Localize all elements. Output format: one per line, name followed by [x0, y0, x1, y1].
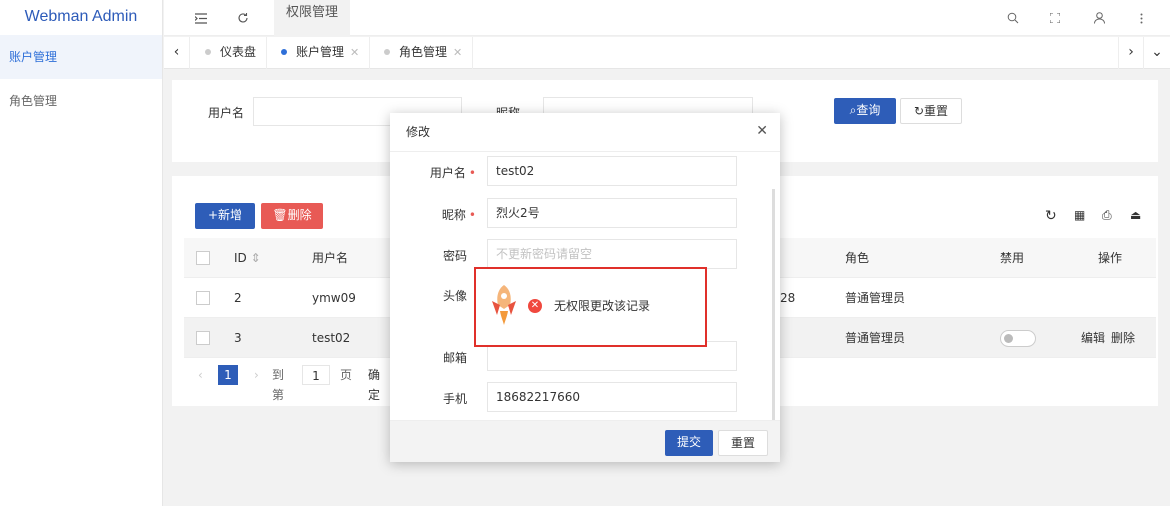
sidebar-item-accounts[interactable]: 账户管理 [0, 35, 162, 79]
columns-icon[interactable]: ▦ [1074, 208, 1085, 222]
tab-accounts[interactable]: 账户管理 ✕ [267, 37, 370, 69]
reset-button[interactable]: ↻重置 [900, 98, 962, 124]
required-mark-icon: • [468, 166, 476, 180]
next-page-icon[interactable]: › [254, 365, 259, 385]
nickname-label-text: 昵称 [441, 208, 466, 222]
tab-dot-icon [384, 49, 390, 55]
menu-collapse-icon[interactable] [186, 0, 216, 36]
dialog-footer: 提交 重置 [390, 420, 780, 462]
fullscreen-icon[interactable] [1040, 0, 1070, 36]
tab-dot-icon [205, 49, 211, 55]
refresh-icon[interactable]: ↻ [1045, 208, 1057, 224]
dialog-divider [390, 151, 780, 152]
cell-username: ymw09 [312, 291, 356, 305]
tabs-scroll-left-icon[interactable]: ‹ [164, 37, 190, 69]
avatar-label: 头像 [442, 289, 467, 303]
password-input[interactable]: 不更新密码请留空 [487, 239, 737, 269]
close-icon[interactable]: ✕ [756, 123, 768, 139]
sort-icon[interactable]: ⇕ [251, 251, 261, 265]
tab-label: 账户管理 [296, 45, 345, 59]
delete-button[interactable]: 🗑删除 [261, 203, 323, 229]
tab-dot-icon [281, 49, 287, 55]
header-tab-permissions[interactable]: 权限管理 [274, 0, 350, 36]
goto-page-input[interactable]: 1 [302, 365, 330, 385]
search-icon[interactable] [998, 0, 1028, 36]
phone-input[interactable]: 18682217660 [487, 382, 737, 412]
username-label: 用户名 • [390, 164, 476, 181]
column-header-label: ID [234, 251, 247, 265]
tab-close-icon[interactable]: ✕ [350, 46, 359, 59]
dialog-reset-button[interactable]: 重置 [718, 430, 768, 456]
row-checkbox[interactable] [196, 331, 210, 345]
cell-role: 普通管理员 [845, 331, 906, 345]
cell-role: 普通管理员 [845, 291, 906, 305]
goto-label: 到第 [272, 368, 285, 402]
cell-extra: 28 [780, 291, 796, 305]
page-number-current[interactable]: 1 [218, 365, 238, 385]
edit-link[interactable]: 编辑 [1081, 318, 1105, 358]
refresh-icon: ↻ [913, 104, 925, 118]
dialog-title: 修改 [406, 125, 431, 139]
tabs-dropdown-icon[interactable]: ⌄ [1144, 37, 1170, 69]
prev-page-icon[interactable]: ‹ [198, 365, 203, 385]
column-header-id[interactable]: ID ⇕ [234, 238, 261, 278]
trash-icon: 🗑 [272, 208, 288, 222]
nickname-input[interactable]: 烈火2号 [487, 198, 737, 228]
page-unit-label: 页 [340, 368, 353, 382]
column-header-username: 用户名 [312, 251, 349, 265]
avatar-image[interactable] [488, 281, 520, 331]
phone-label: 手机 [442, 392, 467, 406]
delete-button-label: 删除 [287, 208, 312, 222]
username-label-text: 用户名 [429, 166, 466, 180]
required-mark-icon: • [468, 208, 476, 222]
column-header-disabled: 禁用 [1000, 251, 1025, 265]
sidebar: Webman Admin 账户管理 角色管理 [0, 0, 163, 506]
goto-confirm-button[interactable]: 确定 [368, 365, 380, 402]
query-button[interactable]: ⌕查询 [834, 98, 896, 124]
export-icon[interactable]: ⏏ [1130, 208, 1141, 222]
error-toast: ✕ 无权限更改该记录 [474, 267, 707, 347]
app-logo[interactable]: Webman Admin [0, 0, 162, 35]
refresh-icon[interactable] [228, 0, 258, 36]
username-filter-label: 用户名 [208, 106, 245, 120]
page-tab-bar: ‹ 仪表盘 账户管理 ✕ 角色管理 ✕ › ⌄ [164, 37, 1170, 69]
dialog-scrollbar[interactable] [772, 189, 775, 421]
nickname-label: 昵称 • [390, 206, 476, 223]
tab-label: 角色管理 [399, 45, 448, 59]
column-header-role: 角色 [845, 251, 870, 265]
cell-username: test02 [312, 331, 351, 345]
add-button[interactable]: +新增 [195, 203, 255, 229]
column-header-actions: 操作 [1098, 251, 1123, 265]
username-input[interactable]: test02 [487, 156, 737, 186]
error-icon: ✕ [528, 299, 542, 313]
delete-link[interactable]: 删除 [1111, 318, 1135, 358]
password-label: 密码 [442, 249, 467, 263]
toast-message: 无权限更改该记录 [554, 299, 651, 313]
submit-button[interactable]: 提交 [665, 430, 713, 456]
more-icon[interactable] [1126, 0, 1156, 36]
cell-id: 2 [234, 291, 242, 305]
tab-label: 仪表盘 [220, 45, 257, 59]
row-checkbox[interactable] [196, 291, 210, 305]
tab-close-icon[interactable]: ✕ [453, 46, 462, 59]
disabled-toggle[interactable] [1000, 330, 1036, 347]
reset-button-label: 重置 [924, 104, 949, 118]
print-icon[interactable]: ⎙ [1102, 208, 1112, 223]
sidebar-item-roles[interactable]: 角色管理 [0, 79, 162, 123]
select-all-checkbox[interactable] [196, 251, 210, 265]
email-label: 邮箱 [442, 351, 467, 365]
cell-id: 3 [234, 331, 242, 345]
tabs-scroll-right-icon[interactable]: › [1118, 37, 1144, 69]
query-button-label: 查询 [856, 103, 881, 117]
tab-roles[interactable]: 角色管理 ✕ [370, 37, 473, 69]
tab-dashboard[interactable]: 仪表盘 [191, 37, 267, 69]
user-icon[interactable] [1084, 0, 1114, 36]
top-header: 权限管理 [164, 0, 1170, 36]
